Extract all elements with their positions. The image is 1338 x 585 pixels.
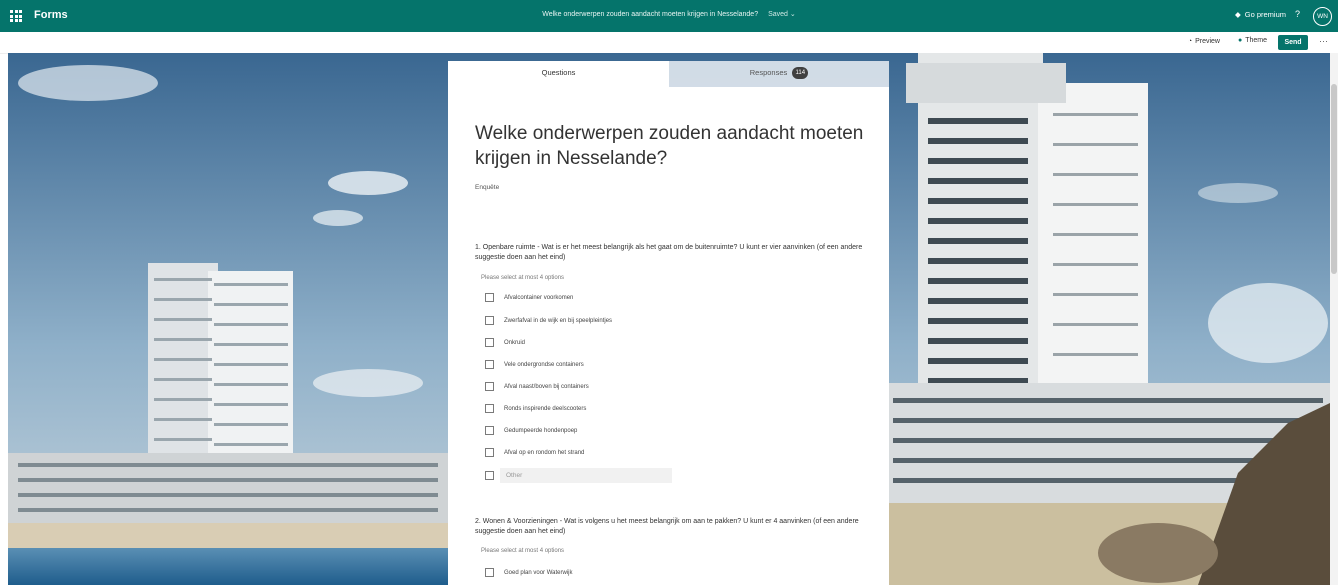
form-title[interactable]: Welke onderwerpen zouden aandacht moeten… <box>475 121 875 171</box>
option-label: Afval naast/boven bij containers <box>504 383 589 390</box>
form-description[interactable]: Enquête <box>475 184 499 191</box>
question-1-option[interactable]: Vele ondergrondse containers <box>485 359 584 370</box>
tab-responses[interactable]: Responses 114 <box>669 61 889 87</box>
question-1-option[interactable]: Ronds inspirende deelscooters <box>485 403 586 414</box>
preview-label: Preview <box>1195 38 1220 45</box>
help-icon[interactable]: ? <box>1295 9 1300 19</box>
checkbox[interactable] <box>485 448 494 457</box>
send-button[interactable]: Send <box>1278 35 1308 50</box>
checkbox[interactable] <box>485 293 494 302</box>
saved-status[interactable]: Saved ⌄ <box>768 11 796 18</box>
question-1-text[interactable]: 1. Openbare ruimte - Wat is er het meest… <box>475 243 865 263</box>
preview-button[interactable]: ◔ Preview <box>1188 38 1220 45</box>
avatar[interactable]: WN <box>1313 7 1332 26</box>
app-header: Forms Welke onderwerpen zouden aandacht … <box>0 0 1338 32</box>
question-1-option[interactable]: Afval op en rondom het strand <box>485 447 584 458</box>
checkbox[interactable] <box>485 316 494 325</box>
question-2-option[interactable]: Goed plan voor Waterwijk <box>485 567 572 578</box>
checkbox[interactable] <box>485 338 494 347</box>
form-card: Welke onderwerpen zouden aandacht moeten… <box>448 87 889 585</box>
option-label: Vele ondergrondse containers <box>504 361 584 368</box>
tab-questions[interactable]: Questions <box>448 61 669 89</box>
document-title[interactable]: Welke onderwerpen zouden aandacht moeten… <box>542 11 758 18</box>
checkbox[interactable] <box>485 382 494 391</box>
question-1-option[interactable]: Afval naast/boven bij containers <box>485 381 589 392</box>
checkbox[interactable] <box>485 568 494 577</box>
diamond-icon: ◆ <box>1234 10 1241 19</box>
question-1-hint: Please select at most 4 options <box>481 275 565 281</box>
scrollbar-thumb[interactable] <box>1331 84 1337 274</box>
option-label: Ronds inspirende deelscooters <box>504 405 587 412</box>
checkbox[interactable] <box>485 404 494 413</box>
question-1-option[interactable]: Zwerfafval in de wijk en bij speelpleint… <box>485 315 612 326</box>
question-1-option[interactable]: Onkruid <box>485 337 525 348</box>
responses-count-badge: 114 <box>792 67 809 80</box>
option-label: Zwerfafval in de wijk en bij speelpleint… <box>504 317 613 324</box>
question-1-other-option[interactable]: Other <box>485 467 672 483</box>
checkbox[interactable] <box>485 360 494 369</box>
more-options-icon[interactable]: ··· <box>1319 36 1328 46</box>
option-label: Afval op en rondom het strand <box>504 449 585 456</box>
tab-responses-label: Responses <box>749 68 788 77</box>
eye-icon: ◔ <box>1187 38 1193 45</box>
question-2-hint: Please select at most 4 options <box>481 548 565 554</box>
question-1-option[interactable]: Afvalcontainer voorkomen <box>485 292 573 303</box>
other-input[interactable]: Other <box>500 467 672 483</box>
option-label: Onkruid <box>504 339 526 346</box>
form-tabs: Questions Responses 114 <box>448 61 889 89</box>
command-bar: ◔ Preview ● Theme Send ··· <box>0 32 1338 54</box>
option-label: Goed plan voor Waterwijk <box>504 569 573 576</box>
document-title-bar: Welke onderwerpen zouden aandacht moeten… <box>0 10 1338 18</box>
question-1-option[interactable]: Gedumpeerde hondenpoep <box>485 425 577 436</box>
palette-icon: ● <box>1237 37 1243 44</box>
go-premium-label: Go premium <box>1244 10 1286 19</box>
question-2-text[interactable]: 2. Wonen & Voorzieningen - Wat is volgen… <box>475 517 865 537</box>
option-label: Afvalcontainer voorkomen <box>504 294 574 301</box>
theme-button[interactable]: ● Theme <box>1238 37 1267 44</box>
go-premium-button[interactable]: ◆ Go premium <box>1235 10 1286 19</box>
theme-label: Theme <box>1245 37 1267 44</box>
checkbox[interactable] <box>485 470 494 480</box>
checkbox[interactable] <box>485 426 494 435</box>
option-label: Gedumpeerde hondenpoep <box>504 427 578 434</box>
